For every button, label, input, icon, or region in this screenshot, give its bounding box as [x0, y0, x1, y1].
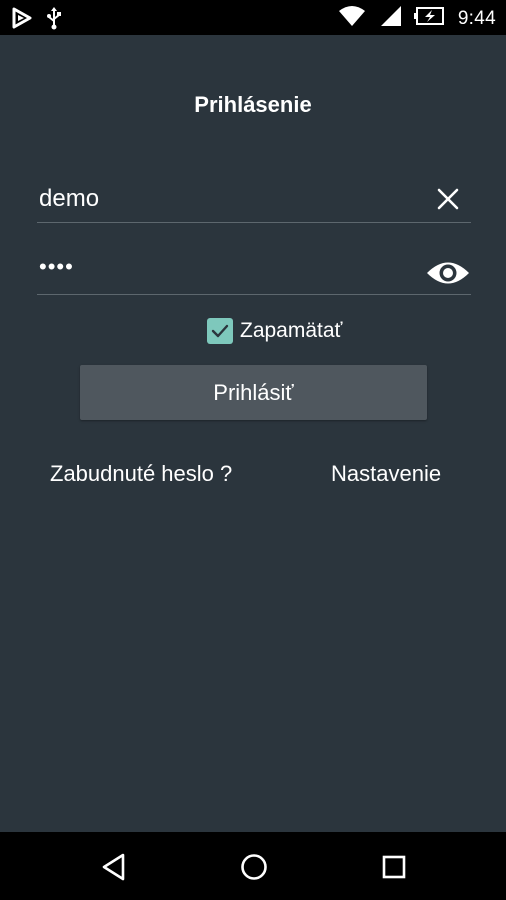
status-time: 9:44 — [457, 7, 496, 29]
navigation-bar — [0, 832, 506, 900]
status-right-icons: 9:44 — [338, 5, 496, 32]
checkmark-icon — [211, 324, 229, 338]
home-icon[interactable] — [239, 852, 269, 882]
eye-icon[interactable] — [425, 258, 471, 288]
login-button[interactable]: Prihlásiť — [80, 365, 427, 420]
status-bar: 9:44 — [0, 0, 506, 35]
login-button-label: Prihlásiť — [213, 379, 294, 405]
notification-app-icon — [12, 7, 32, 34]
settings-link[interactable]: Nastavenie — [331, 461, 441, 487]
recents-icon[interactable] — [379, 852, 409, 882]
clear-icon[interactable] — [437, 188, 459, 210]
remember-row[interactable]: Zapamätať — [207, 317, 342, 345]
page-title: Prihlásenie — [194, 92, 312, 117]
battery-charging-icon — [413, 6, 446, 31]
signal-icon — [378, 5, 402, 32]
remember-label[interactable]: Zapamätať — [240, 319, 342, 343]
forgot-password-link[interactable]: Zabudnuté heslo ? — [50, 461, 232, 487]
password-field[interactable]: •••• — [37, 244, 471, 295]
password-value[interactable]: •••• — [39, 254, 74, 280]
username-field[interactable]: demo — [37, 172, 471, 223]
username-value[interactable]: demo — [39, 185, 99, 213]
wifi-icon — [338, 5, 366, 32]
remember-checkbox[interactable] — [207, 318, 233, 344]
status-left-icons — [12, 6, 62, 35]
usb-icon — [46, 6, 62, 35]
back-icon[interactable] — [99, 852, 129, 882]
